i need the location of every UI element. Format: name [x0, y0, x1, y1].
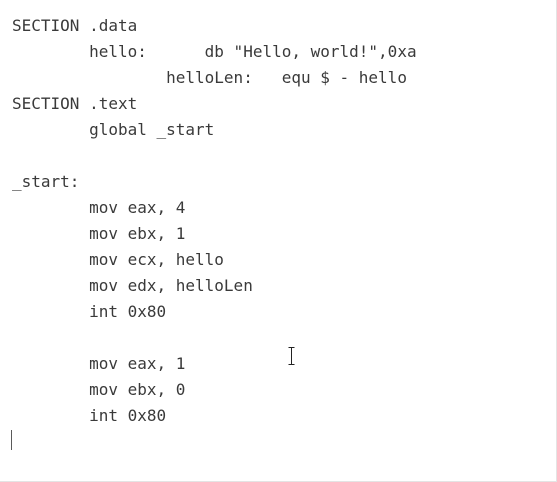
ibeam-cursor-icon [288, 347, 295, 365]
code-line: helloLen: equ $ - hello [12, 68, 407, 87]
code-line: mov eax, 4 [12, 198, 186, 217]
code-line: int 0x80 [12, 302, 167, 321]
code-line: _start: [12, 172, 80, 191]
text-caret [11, 430, 12, 450]
code-line: mov ebx, 1 [12, 224, 186, 243]
code-line: mov edx, helloLen [12, 276, 253, 295]
code-text-area[interactable]: SECTION .data hello: db "Hello, world!",… [12, 13, 417, 455]
code-line: int 0x80 [12, 406, 167, 425]
code-line: global _start [12, 120, 215, 139]
code-line: mov ebx, 0 [12, 380, 186, 399]
code-line: mov eax, 1 [12, 354, 186, 373]
code-editor[interactable]: SECTION .data hello: db "Hello, world!",… [0, 0, 557, 482]
code-line: SECTION .text [12, 94, 138, 113]
code-line: hello: db "Hello, world!",0xa [12, 42, 417, 61]
code-line: mov ecx, hello [12, 250, 224, 269]
code-line: SECTION .data [12, 16, 138, 35]
